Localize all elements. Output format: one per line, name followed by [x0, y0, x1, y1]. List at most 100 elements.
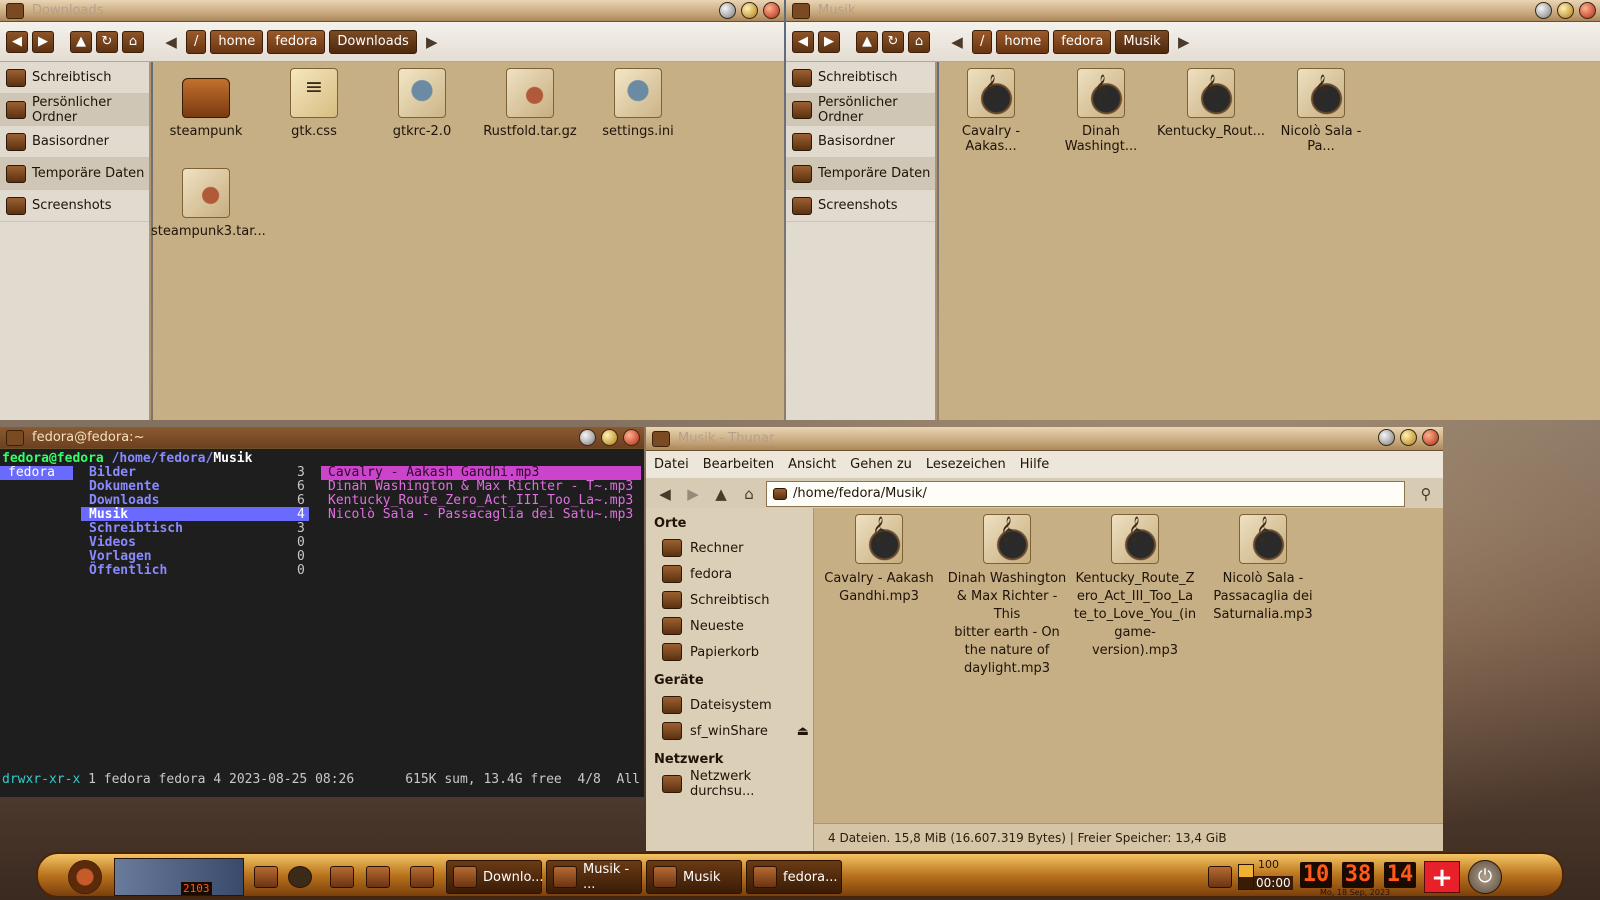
file-item[interactable]: 𝄞 Kentucky_Rout... [1156, 68, 1266, 139]
crumb-root[interactable]: / [186, 29, 207, 54]
dir-entry[interactable]: Videos [89, 536, 136, 550]
network-browse[interactable]: Netzwerk durchsu... [646, 769, 813, 799]
file-item[interactable]: ≡ gtk.css [259, 68, 369, 139]
sidebar-item-schreibtisch[interactable]: Schreibtisch [0, 62, 149, 94]
minimize-button[interactable] [719, 2, 736, 19]
file-entry[interactable]: Kentucky_Route_Zero_Act_III_Too_La~.mp3 [328, 494, 633, 508]
sidebar-item-screenshots[interactable]: Screenshots [0, 190, 149, 222]
musik-titlebar[interactable]: Musik [786, 0, 1600, 22]
launcher-gear-icon[interactable] [254, 866, 278, 888]
device-share[interactable]: sf_winShare ⏏ [646, 718, 813, 744]
power-icon[interactable]: ⏻ [1468, 860, 1502, 894]
crumb-downloads[interactable]: Downloads [329, 29, 417, 54]
file-item[interactable]: 𝄞 Cavalry - Aakas... [936, 68, 1046, 154]
sidebar-item-root[interactable]: Basisordner [0, 126, 149, 158]
keyboard-layout-flag-icon[interactable]: + [1424, 861, 1460, 893]
breadcrumb-left-icon[interactable]: ◀ [946, 31, 968, 53]
home-icon[interactable]: ⌂ [738, 483, 760, 505]
app-menu-gear-icon[interactable] [68, 860, 102, 894]
sidebar-item-schreibtisch[interactable]: Schreibtisch [786, 62, 935, 94]
place-home[interactable]: fedora [646, 561, 813, 587]
place-desktop[interactable]: Schreibtisch [646, 587, 813, 613]
file-item[interactable]: 𝄞 Cavalry - Aakash Gandhi.mp3 [816, 514, 942, 606]
breadcrumb-right-icon[interactable]: ▶ [1173, 31, 1195, 53]
sidebar-item-home[interactable]: Persönlicher Ordner [786, 94, 935, 126]
downloads-titlebar[interactable]: Downloads [0, 0, 784, 22]
close-button[interactable] [1422, 429, 1439, 446]
dir-entry[interactable]: Dokumente [89, 480, 159, 494]
dir-entry[interactable]: Schreibtisch [89, 522, 183, 536]
sidebar-item-screenshots[interactable]: Screenshots [786, 190, 935, 222]
back-icon[interactable]: ◀ [654, 483, 676, 505]
close-button[interactable] [763, 2, 780, 19]
dir-entry[interactable]: Downloads [89, 494, 159, 508]
maximize-button[interactable] [1400, 429, 1417, 446]
maximize-button[interactable] [741, 2, 758, 19]
up-icon[interactable]: ▲ [710, 483, 732, 505]
launcher-folder-icon[interactable] [330, 866, 354, 888]
dir-entry-selected[interactable]: Musik [89, 508, 128, 522]
home-button[interactable]: ⌂ [908, 30, 930, 53]
breadcrumb-left-icon[interactable]: ◀ [160, 31, 182, 53]
file-item[interactable]: gtkrc-2.0 [367, 68, 477, 139]
forward-icon[interactable]: ▶ [682, 483, 704, 505]
launcher-mask-icon[interactable] [288, 866, 312, 888]
crumb-fedora[interactable]: fedora [267, 29, 326, 54]
sidebar-item-tmp[interactable]: Temporäre Daten [786, 158, 935, 190]
workspace-pager[interactable]: 2103 [114, 858, 244, 896]
launcher-folder-icon[interactable] [410, 866, 434, 888]
minimize-button[interactable] [1535, 2, 1552, 19]
maximize-button[interactable] [601, 429, 618, 446]
close-button[interactable] [623, 429, 640, 446]
menu-file[interactable]: Datei [654, 457, 689, 472]
menu-view[interactable]: Ansicht [788, 457, 836, 472]
terminal-titlebar[interactable]: fedora@fedora:~ [0, 427, 644, 449]
eject-icon[interactable]: ⏏ [797, 724, 809, 739]
dir-entry[interactable]: Öffentlich [89, 564, 167, 578]
sidebar-item-home[interactable]: Persönlicher Ordner [0, 94, 149, 126]
file-item[interactable]: 𝄞 Nicolò Sala - Passacaglia dei Saturnal… [1200, 514, 1326, 624]
device-filesystem[interactable]: Dateisystem [646, 692, 813, 718]
menu-go[interactable]: Gehen zu [850, 457, 912, 472]
reload-button[interactable]: ↻ [96, 30, 118, 53]
file-item[interactable]: 𝄞 Dinah Washingt... [1046, 68, 1156, 154]
battery-icon[interactable] [1238, 864, 1254, 890]
dir-entry[interactable]: Bilder [89, 466, 136, 480]
crumb-home[interactable]: home [210, 29, 264, 54]
crumb-home[interactable]: home [996, 29, 1050, 54]
forward-button[interactable]: ▶ [818, 30, 840, 53]
place-recent[interactable]: Neueste [646, 613, 813, 639]
maximize-button[interactable] [1557, 2, 1574, 19]
menu-bookmarks[interactable]: Lesezeichen [926, 457, 1006, 472]
file-item[interactable]: steampunk3.tar... [151, 168, 266, 239]
up-button[interactable]: ▲ [856, 30, 878, 53]
task-musik[interactable]: Musik [646, 860, 742, 894]
file-item[interactable]: 𝄞 Kentucky_Route_Z ero_Act_III_Too_La te… [1072, 514, 1198, 660]
breadcrumb-right-icon[interactable]: ▶ [421, 31, 443, 53]
path-input[interactable]: /home/fedora/Musik/ [766, 480, 1405, 507]
reload-button[interactable]: ↻ [882, 30, 904, 53]
file-item[interactable]: 𝄞 Nicolò Sala - Pa... [1266, 68, 1376, 154]
minimize-button[interactable] [1378, 429, 1395, 446]
file-item[interactable]: steampunk [151, 68, 261, 139]
search-icon[interactable]: ⚲ [1415, 483, 1437, 505]
task-terminal[interactable]: fedora... [746, 860, 842, 894]
forward-button[interactable]: ▶ [32, 30, 54, 53]
terminal-output[interactable]: fedora@fedora /home/fedora/Musik fedora … [0, 449, 644, 797]
back-button[interactable]: ◀ [792, 30, 814, 53]
menu-help[interactable]: Hilfe [1020, 457, 1050, 472]
tray-gear-icon[interactable] [1208, 866, 1232, 888]
file-entry-selected[interactable]: Cavalry - Aakash Gandhi.mp3 [321, 466, 641, 480]
sidebar-item-root[interactable]: Basisordner [786, 126, 935, 158]
file-item[interactable]: Rustfold.tar.gz [475, 68, 585, 139]
dir-entry[interactable]: Vorlagen [89, 550, 152, 564]
close-button[interactable] [1579, 2, 1596, 19]
crumb-fedora[interactable]: fedora [1053, 29, 1112, 54]
crumb-musik[interactable]: Musik [1115, 29, 1169, 54]
minimize-button[interactable] [579, 429, 596, 446]
sidebar-item-tmp[interactable]: Temporäre Daten [0, 158, 149, 190]
task-downloads[interactable]: Downlo... [446, 860, 544, 894]
back-button[interactable]: ◀ [6, 30, 28, 53]
home-button[interactable]: ⌂ [122, 30, 144, 53]
launcher-quill-icon[interactable] [366, 866, 390, 888]
